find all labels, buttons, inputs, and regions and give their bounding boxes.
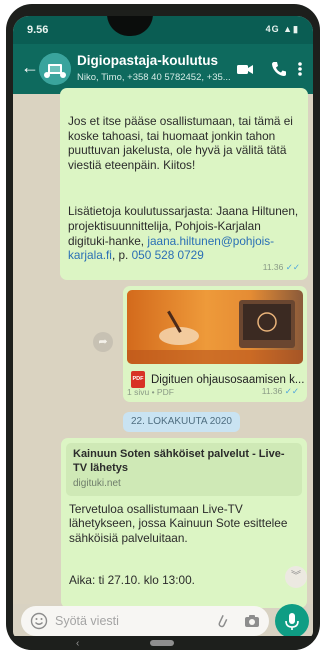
message-time: 11.36: [262, 262, 284, 273]
message-meta: 11.36 ✓✓: [263, 260, 300, 275]
pdf-preview-image[interactable]: [127, 290, 303, 364]
camera-notch: [107, 16, 153, 36]
link-preview[interactable]: Kainuun Soten sähköiset palvelut - Live-…: [66, 443, 302, 496]
message-time: 11.36: [261, 386, 283, 397]
mic-button[interactable]: [275, 604, 309, 638]
signal-icon: 4G ▲▮: [265, 24, 299, 34]
screen: 9.56 4G ▲▮ ← Digiopastaja-koulutus Niko,…: [13, 16, 313, 638]
pdf-message-bubble[interactable]: PDF Digituen ohjausosaamisen k... 1 sivu…: [123, 286, 307, 402]
status-bar: 9.56 4G ▲▮: [13, 16, 313, 44]
scroll-down-button[interactable]: ︾: [285, 566, 307, 588]
link-preview-domain: digituki.net: [73, 478, 121, 489]
back-arrow-icon[interactable]: ←: [21, 58, 39, 76]
message-meta: 11.36 ✓✓: [262, 384, 299, 399]
event-time: Aika: ti 27.10. klo 13:00.: [69, 573, 195, 588]
nav-back-icon[interactable]: ‹: [76, 638, 79, 649]
more-options-icon[interactable]: [295, 59, 305, 79]
network-label: 4G: [265, 24, 280, 34]
read-ticks-icon: ✓✓: [284, 386, 299, 397]
app-bar: ← Digiopastaja-koulutus Niko, Timo, +358…: [13, 44, 313, 94]
message-input-box[interactable]: [21, 606, 269, 636]
date-divider: 22. LOKAKUUTA 2020: [123, 412, 240, 432]
chat-participants[interactable]: Niko, Timo, +358 40 5782452, +35...: [77, 72, 231, 83]
camera-icon[interactable]: [243, 612, 261, 630]
message-input[interactable]: [55, 611, 195, 631]
phone-prefix: , p.: [111, 248, 129, 263]
message-bubble[interactable]: Jos et itse pääse osallistumaan, tai täm…: [60, 88, 308, 280]
status-time: 9.56: [27, 24, 49, 36]
composer: [13, 604, 313, 638]
phone-link[interactable]: 050 528 0729: [132, 248, 204, 262]
link-preview-title: Kainuun Soten sähköiset palvelut - Live-…: [73, 448, 285, 474]
video-call-icon[interactable]: [235, 59, 255, 79]
read-ticks-icon: ✓✓: [285, 262, 300, 273]
forward-icon[interactable]: ➦: [93, 332, 113, 352]
contact-info: Lisätietoja koulutussarjasta: Jaana Hilt…: [68, 204, 300, 262]
microphone-icon: [285, 613, 299, 630]
emoji-icon[interactable]: [30, 612, 48, 630]
pdf-meta: 1 sivu • PDF: [127, 387, 174, 398]
phone-call-icon[interactable]: [269, 59, 289, 79]
group-avatar[interactable]: [39, 53, 71, 85]
phone-frame: 9.56 4G ▲▮ ← Digiopastaja-koulutus Niko,…: [6, 4, 320, 650]
message-text: Jos et itse pääse osallistumaan, tai täm…: [68, 114, 293, 172]
link-message-bubble[interactable]: Kainuun Soten sähköiset palvelut - Live-…: [61, 438, 307, 608]
chat-title[interactable]: Digiopastaja-koulutus: [77, 53, 218, 68]
message-text: Tervetuloa osallistumaan Live-TV lähetyk…: [69, 501, 288, 545]
chat-area[interactable]: Jos et itse pääse osallistumaan, tai täm…: [13, 88, 313, 608]
attach-icon[interactable]: [213, 612, 231, 630]
nav-home-button[interactable]: [150, 640, 174, 646]
